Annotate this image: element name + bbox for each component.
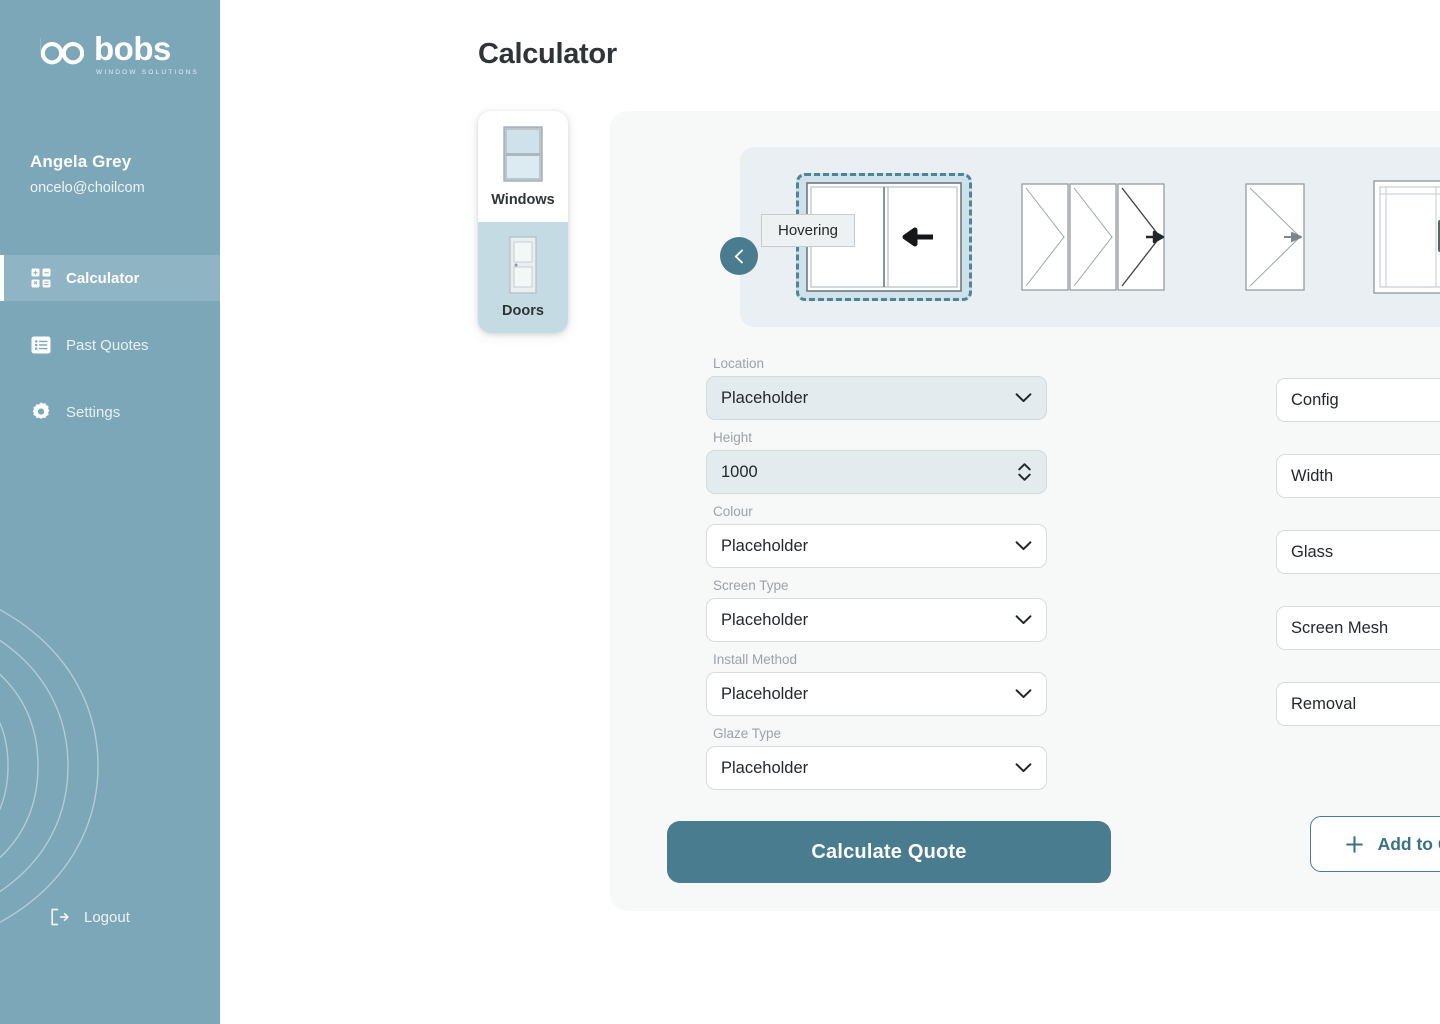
product-type-windows[interactable]: Windows xyxy=(478,111,568,222)
logout-icon xyxy=(48,906,70,928)
sidebar-item-label: Settings xyxy=(66,404,120,421)
single-hinged-door-diagram-icon xyxy=(1244,181,1306,293)
install-method-select[interactable]: Placeholder xyxy=(706,672,1047,716)
main-content: Calculator Windows xyxy=(220,0,1440,1024)
stepper-updown-icon xyxy=(1017,461,1032,483)
location-select[interactable]: Placeholder xyxy=(706,376,1047,420)
sidebar-nav: Calculator Past Quotes Settings xyxy=(0,255,220,435)
user-info: Angela Grey oncelo@choilcom xyxy=(30,152,145,196)
chevron-down-icon xyxy=(1015,393,1032,404)
field-removal: Removal xyxy=(1276,682,1440,726)
chevron-down-icon xyxy=(1015,615,1032,626)
height-input[interactable]: 1000 xyxy=(706,450,1047,494)
sidebar-item-label: Past Quotes xyxy=(66,337,149,354)
removal-select[interactable]: Removal xyxy=(1276,682,1440,726)
brand: bobs WINDOW SOLUTIONS xyxy=(32,32,199,76)
screen-mesh-select[interactable]: Screen Mesh xyxy=(1276,606,1440,650)
field-label: Install Method xyxy=(706,652,1047,667)
sidebar-item-label: Calculator xyxy=(66,270,139,287)
user-name: Angela Grey xyxy=(30,152,145,172)
colour-select[interactable]: Placeholder xyxy=(706,524,1047,568)
plus-icon xyxy=(1344,834,1365,855)
three-panel-bifold-door-diagram-icon xyxy=(1020,181,1166,293)
carousel-track: Hovering xyxy=(788,147,1440,327)
carousel-prev-button[interactable] xyxy=(720,237,758,275)
calculator-icon xyxy=(30,267,52,289)
chevron-down-icon xyxy=(1015,541,1032,552)
sidebar-item-past-quotes[interactable]: Past Quotes xyxy=(0,322,220,368)
screen-mesh-value: Screen Mesh xyxy=(1291,619,1388,638)
field-screen-mesh: Screen Mesh xyxy=(1276,606,1440,650)
product-type-label: Windows xyxy=(491,192,555,208)
gear-icon xyxy=(30,401,52,423)
carousel-item-door-with-handle[interactable] xyxy=(1372,178,1440,296)
form-column-left: Location Placeholder Height 1000 xyxy=(706,356,1047,800)
glaze-type-select[interactable]: Placeholder xyxy=(706,746,1047,790)
chevron-down-icon xyxy=(1015,763,1032,774)
location-value: Placeholder xyxy=(721,389,808,408)
product-type-rail: Windows Doors xyxy=(478,111,568,333)
form-column-right: Config Width xyxy=(1276,378,1440,758)
chevron-down-icon xyxy=(1015,689,1032,700)
field-label: Glaze Type xyxy=(706,726,1047,741)
glass-select[interactable]: Glass xyxy=(1276,530,1440,574)
carousel-item-hinged-door[interactable] xyxy=(1244,181,1306,293)
removal-value: Removal xyxy=(1291,695,1356,714)
sidebar-item-settings[interactable]: Settings xyxy=(0,389,220,435)
field-glass: Glass xyxy=(1276,530,1440,574)
product-type-label: Doors xyxy=(502,303,544,319)
config-value: Config xyxy=(1291,391,1339,410)
add-to-quote-label: Add to Quote xyxy=(1378,834,1440,855)
field-label: Height xyxy=(706,430,1047,445)
field-location: Location Placeholder xyxy=(706,356,1047,420)
width-input[interactable]: Width xyxy=(1276,454,1440,498)
field-label: Location xyxy=(706,356,1047,371)
sliding-door-with-handle-diagram-icon xyxy=(1372,178,1440,296)
height-value: 1000 xyxy=(721,463,758,482)
user-email: oncelo@choilcom xyxy=(30,180,145,196)
field-install-method: Install Method Placeholder xyxy=(706,652,1047,716)
app-root: bobs WINDOW SOLUTIONS Angela Grey oncelo… xyxy=(0,0,1440,1024)
page-title: Calculator xyxy=(478,38,617,71)
screen-type-value: Placeholder xyxy=(721,611,808,630)
field-label: Colour xyxy=(706,504,1047,519)
field-height: Height 1000 xyxy=(706,430,1047,494)
logout-label: Logout xyxy=(84,909,130,926)
double-hung-window-thumb-icon xyxy=(501,123,545,185)
field-width: Width xyxy=(1276,454,1440,498)
hover-tooltip: Hovering xyxy=(761,214,855,247)
screen-type-select[interactable]: Placeholder xyxy=(706,598,1047,642)
logout-button[interactable]: Logout xyxy=(48,906,130,928)
configurator-card: Hovering xyxy=(610,111,1440,911)
glass-value: Glass xyxy=(1291,543,1333,562)
width-value: Width xyxy=(1291,467,1333,486)
bobs-infinity-logo-icon xyxy=(32,34,84,74)
field-screen-type: Screen Type Placeholder xyxy=(706,578,1047,642)
panel-door-thumb-icon xyxy=(501,234,545,296)
carousel-item-bifold-door[interactable] xyxy=(1020,181,1166,293)
carousel-item-sliding-window[interactable]: Hovering xyxy=(796,173,972,301)
field-label: Screen Type xyxy=(706,578,1047,593)
product-type-doors[interactable]: Doors xyxy=(478,222,568,333)
chevron-left-icon xyxy=(731,248,748,265)
field-glaze-type: Glaze Type Placeholder xyxy=(706,726,1047,790)
config-select[interactable]: Config xyxy=(1276,378,1440,422)
install-method-value: Placeholder xyxy=(721,685,808,704)
sidebar: bobs WINDOW SOLUTIONS Angela Grey oncelo… xyxy=(0,0,220,1024)
field-colour: Colour Placeholder xyxy=(706,504,1047,568)
list-icon xyxy=(30,334,52,356)
brand-tagline: WINDOW SOLUTIONS xyxy=(94,69,199,76)
height-stepper[interactable] xyxy=(1012,458,1036,486)
colour-value: Placeholder xyxy=(721,537,808,556)
glaze-type-value: Placeholder xyxy=(721,759,808,778)
calculate-quote-label: Calculate Quote xyxy=(811,841,966,864)
field-config: Config xyxy=(1276,378,1440,422)
brand-name: bobs xyxy=(94,32,199,65)
add-to-quote-button[interactable]: Add to Quote xyxy=(1310,816,1440,872)
sidebar-item-calculator[interactable]: Calculator xyxy=(0,255,220,301)
calculate-quote-button[interactable]: Calculate Quote xyxy=(667,821,1111,883)
